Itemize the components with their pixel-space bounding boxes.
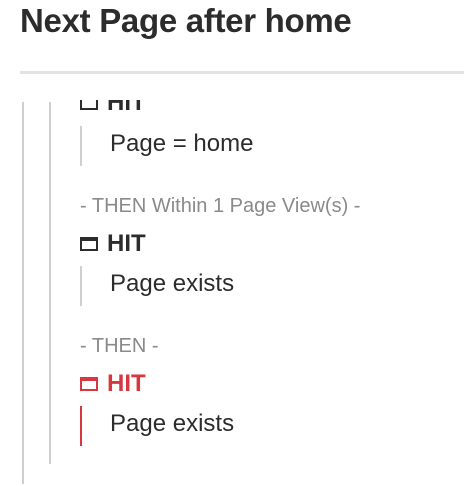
checkpoint-1-label: HIT	[107, 100, 146, 116]
hit-container-icon	[80, 237, 98, 251]
checkpoint-1-header-clip: HIT	[70, 100, 270, 118]
checkpoint-3-condition-text: Page exists	[110, 410, 235, 437]
checkpoint-1-header[interactable]: HIT	[80, 100, 146, 117]
sequence-outer-rail	[22, 102, 24, 484]
then-operator-1[interactable]: - THEN Within 1 Page View(s) -	[80, 195, 360, 218]
hit-container-icon	[80, 377, 98, 391]
header-divider	[20, 71, 464, 74]
checkpoint-3-header[interactable]: HIT	[80, 370, 146, 398]
hit-container-icon	[80, 100, 98, 110]
checkpoint-1-condition-text: Page = home	[110, 130, 254, 157]
checkpoint-3-condition[interactable]: Page exists	[80, 406, 234, 446]
page-title: Next Page after home	[20, 2, 352, 39]
checkpoint-2-label: HIT	[107, 230, 146, 257]
checkpoint-2-header[interactable]: HIT	[80, 230, 146, 258]
checkpoint-1-condition[interactable]: Page = home	[80, 126, 253, 166]
checkpoint-2-condition[interactable]: Page exists	[80, 266, 234, 306]
then-operator-2[interactable]: - THEN -	[80, 335, 159, 358]
checkpoint-3-label: HIT	[107, 370, 146, 397]
sequence-inner-rail	[49, 102, 51, 464]
checkpoint-2-condition-text: Page exists	[110, 270, 235, 297]
